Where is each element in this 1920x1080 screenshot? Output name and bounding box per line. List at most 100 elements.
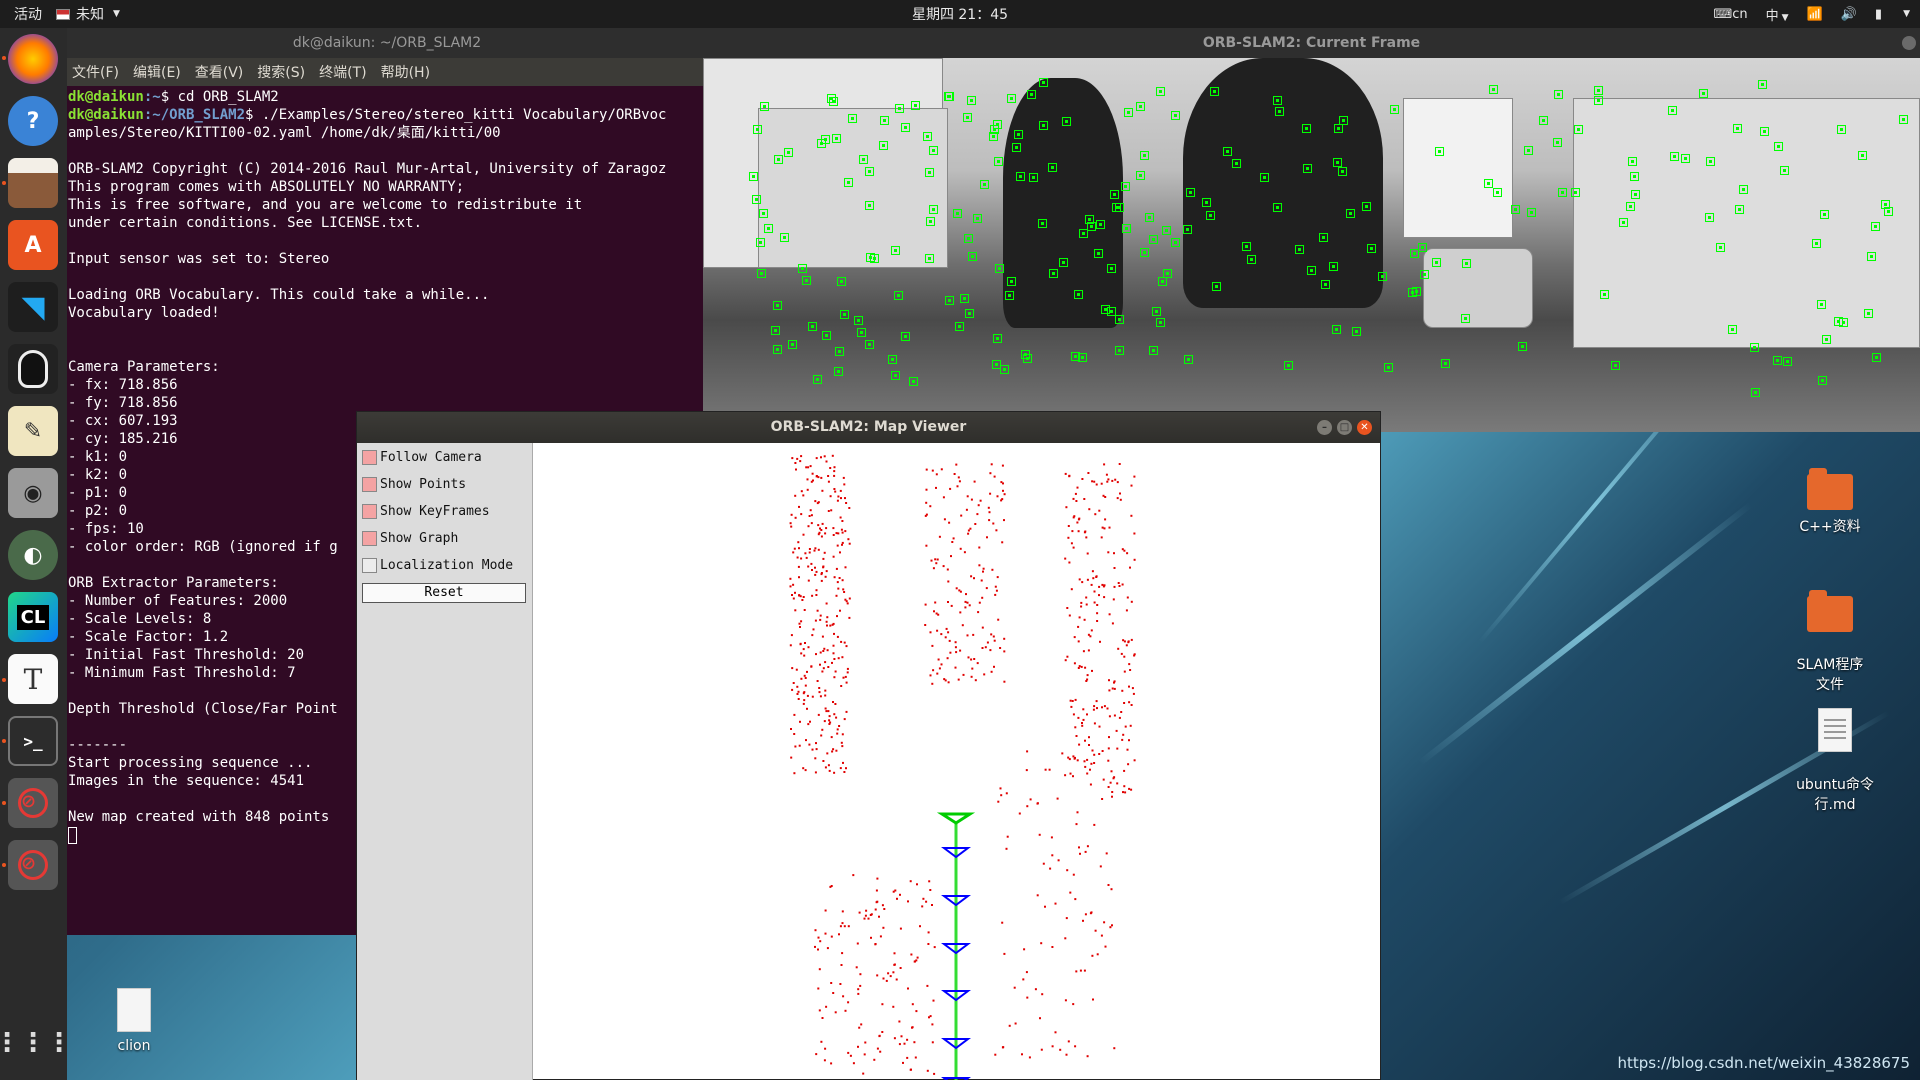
map-point xyxy=(791,688,794,691)
chevron-down-icon[interactable]: ▼ xyxy=(1903,9,1910,19)
current-frame-window[interactable]: ORB-SLAM2: Current Frame xyxy=(703,28,1920,432)
map-point xyxy=(803,654,806,657)
map-point xyxy=(814,547,817,550)
clock[interactable]: 星期四 21：45 xyxy=(912,4,1008,24)
map-point xyxy=(1126,748,1129,751)
orb-slam-current-frame-icon[interactable]: ⊘ xyxy=(8,778,58,828)
desktop-icon-ubuntu-commands[interactable]: ubuntu命令 行.md xyxy=(1785,692,1885,814)
map-point xyxy=(1040,1048,1043,1051)
map-point xyxy=(830,982,833,984)
show-applications-icon[interactable]: ⋮⋮⋮ xyxy=(0,1018,72,1068)
map-point xyxy=(892,890,895,893)
map-point xyxy=(790,634,793,637)
orb-feature-marker xyxy=(1163,269,1172,278)
map-point xyxy=(1028,1056,1031,1059)
software-center-icon[interactable]: A xyxy=(8,220,58,270)
map-point xyxy=(948,521,951,524)
map-point xyxy=(1076,486,1079,489)
clion-icon[interactable]: CL xyxy=(8,592,58,642)
map-point xyxy=(988,511,991,514)
activities-button[interactable]: 活动 xyxy=(0,4,56,24)
map-point xyxy=(832,748,835,751)
image-viewer-icon[interactable]: ◐ xyxy=(8,530,58,580)
map-point xyxy=(1108,689,1111,692)
vscode-icon[interactable]: ◥ xyxy=(8,282,58,332)
text-editor-icon[interactable]: ✎ xyxy=(8,406,58,456)
menu-help[interactable]: 帮助(H) xyxy=(381,62,430,82)
map-point xyxy=(1115,729,1118,732)
map-point xyxy=(823,455,826,458)
minimize-icon[interactable]: – xyxy=(1317,420,1332,435)
map-point xyxy=(1056,797,1059,800)
desktop-icon-clion[interactable]: clion xyxy=(84,988,184,1054)
orb-slam-map-viewer-icon[interactable]: ⊘ xyxy=(8,840,58,890)
map-point xyxy=(824,575,827,578)
map-point xyxy=(907,900,909,903)
map-point xyxy=(878,915,880,918)
orb-feature-marker xyxy=(944,92,953,101)
show-keyframes-checkbox[interactable]: Show KeyFrames xyxy=(362,500,490,522)
map-point xyxy=(935,486,937,489)
keyboard-indicator[interactable]: ⌨cn xyxy=(1713,7,1747,22)
menu-file[interactable]: 文件(F) xyxy=(72,62,119,82)
map-viewer-window[interactable]: ORB-SLAM2: Map Viewer – □ ✕ Follow Camer… xyxy=(356,411,1381,1080)
localization-mode-checkbox[interactable]: Localization Mode xyxy=(362,554,513,576)
map-point xyxy=(840,685,843,687)
map-3d-view[interactable] xyxy=(534,443,1380,1080)
show-graph-checkbox[interactable]: Show Graph xyxy=(362,527,458,549)
maximize-icon[interactable]: □ xyxy=(1337,420,1352,435)
close-icon[interactable] xyxy=(1902,36,1916,50)
map-point xyxy=(1126,552,1129,555)
qq-icon[interactable] xyxy=(8,344,58,394)
terminal-icon[interactable]: >_ xyxy=(8,716,58,766)
map-point xyxy=(814,929,817,932)
volume-icon[interactable]: 🔊 xyxy=(1841,7,1857,22)
map-point xyxy=(1074,492,1077,495)
menu-search[interactable]: 搜索(S) xyxy=(257,62,305,82)
map-point xyxy=(835,532,838,535)
map-point xyxy=(1103,705,1106,708)
map-point xyxy=(835,716,838,719)
close-icon[interactable]: ✕ xyxy=(1357,420,1372,435)
help-icon[interactable]: ? xyxy=(8,96,58,146)
map-point xyxy=(815,589,818,592)
orb-feature-marker xyxy=(1085,215,1094,224)
map-point xyxy=(831,454,834,457)
map-point xyxy=(1084,913,1087,916)
map-point xyxy=(815,742,817,745)
map-point xyxy=(1041,993,1044,996)
camera-icon[interactable]: ◉ xyxy=(8,468,58,518)
desktop-icon-cpp-notes[interactable]: C++资料 xyxy=(1780,468,1880,536)
orb-feature-marker xyxy=(995,264,1004,273)
map-point xyxy=(865,909,868,912)
map-point xyxy=(846,671,849,674)
wifi-icon[interactable]: 📶 xyxy=(1807,7,1823,22)
map-point xyxy=(1133,558,1136,561)
menu-view[interactable]: 查看(V) xyxy=(195,62,244,82)
files-icon[interactable] xyxy=(8,158,58,208)
battery-icon[interactable]: ▮ xyxy=(1875,7,1882,22)
map-point xyxy=(798,576,800,579)
reset-button[interactable]: Reset xyxy=(362,583,526,603)
typora-icon[interactable]: T xyxy=(8,654,58,704)
map-point xyxy=(1107,759,1110,762)
show-points-checkbox[interactable]: Show Points xyxy=(362,473,466,495)
input-method-indicator[interactable]: 中 ▼ xyxy=(1766,5,1789,24)
map-point xyxy=(1074,898,1077,901)
map-point xyxy=(1095,575,1098,578)
follow-camera-checkbox[interactable]: Follow Camera xyxy=(362,446,482,468)
firefox-icon[interactable] xyxy=(8,34,58,84)
orb-feature-marker xyxy=(973,214,982,223)
map-point xyxy=(967,532,970,535)
orb-feature-marker xyxy=(1171,111,1180,120)
app-menu[interactable]: 未知 ▼ xyxy=(56,4,120,24)
menu-edit[interactable]: 编辑(E) xyxy=(133,62,181,82)
orb-feature-marker xyxy=(1115,315,1124,324)
orb-feature-marker xyxy=(1432,258,1441,267)
desktop-icon-slam-programs[interactable]: SLAM程序 文件 xyxy=(1780,580,1880,694)
map-point xyxy=(1001,921,1004,924)
menu-terminal[interactable]: 终端(T) xyxy=(319,62,366,82)
map-point xyxy=(789,577,792,580)
orb-feature-marker xyxy=(1260,173,1269,182)
map-point xyxy=(1130,600,1133,603)
